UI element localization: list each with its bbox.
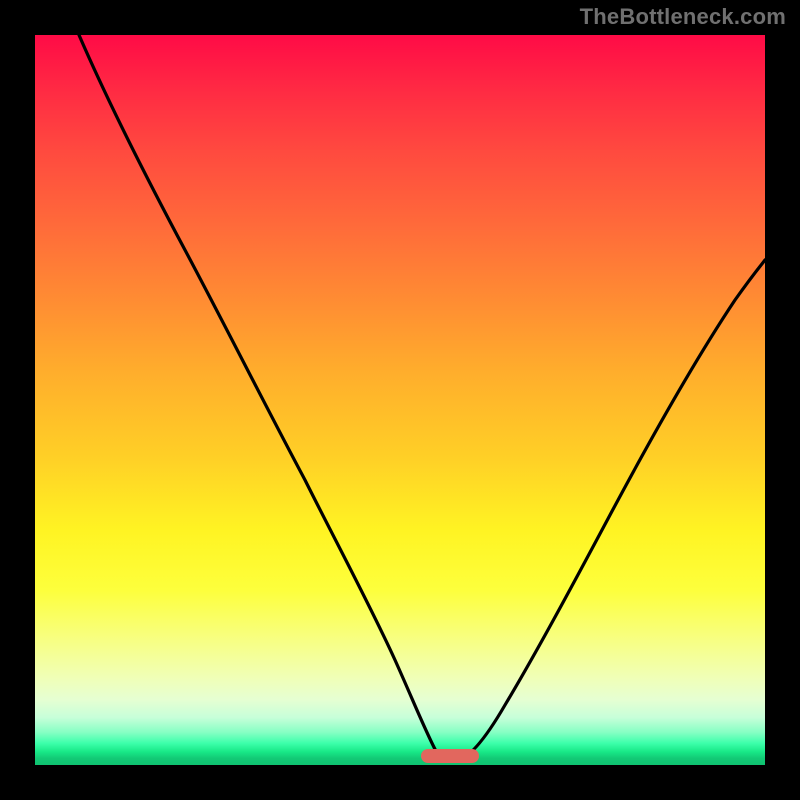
plot-area [35,35,765,765]
watermark-text: TheBottleneck.com [580,4,786,30]
curve-path [79,35,765,761]
bottleneck-curve [35,35,765,765]
optimal-marker [421,749,479,763]
chart-frame: TheBottleneck.com [0,0,800,800]
